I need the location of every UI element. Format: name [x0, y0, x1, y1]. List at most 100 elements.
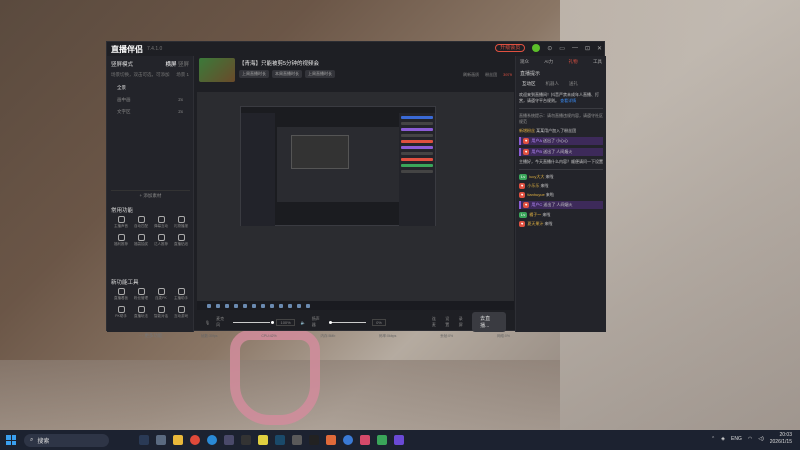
explorer-icon[interactable] [173, 435, 183, 445]
gift-message: ♥ 用户C 送出了 人间烟火 [519, 201, 603, 209]
function-item[interactable]: 福利推荐 [111, 234, 131, 247]
mic-volume-slider[interactable] [233, 320, 275, 324]
tray-app-icon[interactable]: ◈ [721, 436, 725, 442]
function-item[interactable]: 智能对话 [151, 306, 171, 319]
function-item[interactable]: 自动匹配 [131, 216, 151, 229]
scene-list: 全景 画中画 2x 文字区 2x [111, 82, 189, 118]
speaker-volume-value: 0% [372, 318, 386, 326]
browser-icon[interactable] [326, 435, 336, 445]
controller-icon [177, 306, 185, 313]
chat-message: Lv lucy大大 来啦 [519, 174, 554, 180]
mic-icon[interactable]: 🎙 [205, 320, 210, 325]
function-item[interactable]: 主播助手 [171, 288, 191, 301]
scene-item[interactable]: 画中画 2x [111, 94, 189, 106]
tab-audience[interactable]: 观众 [520, 59, 529, 65]
terminal-icon[interactable] [241, 435, 251, 445]
function-item[interactable]: 福袋抽奖 [131, 234, 151, 247]
record-button[interactable]: 录屏 [459, 316, 466, 328]
quality-refresh[interactable]: 刷新画质 [463, 72, 479, 78]
more-functions-button[interactable]: ··· 更多功能 [111, 333, 190, 339]
fan-club[interactable]: 粉丝团 [485, 72, 497, 78]
channel-title[interactable]: 【青海】只能被剪5分钟的视频会 [239, 59, 319, 67]
function-item[interactable]: 连麦PK [151, 288, 171, 301]
live-streaming-app-window: 直播伴侣 7.4.1.0 升级会员 ⊙ ▭ — ⊡ ✕ 竖屏模式 横屏 竖屏 场… [106, 41, 606, 338]
app-icon[interactable] [258, 435, 268, 445]
right-panel: 观众 AI力 礼物 工具 直播提示 互动区 机器人 送礼 欢迎来到直播间！抖音严… [515, 56, 606, 332]
details-link[interactable]: 查看详情 [560, 98, 576, 103]
tab-tools[interactable]: 工具 [593, 59, 602, 65]
scene-item[interactable]: 文字区 2x [111, 106, 189, 118]
tab-send-gift[interactable]: 送礼 [569, 81, 578, 87]
link-mic-button[interactable]: 连麦 [432, 316, 439, 328]
function-item[interactable]: PK助手 [111, 306, 131, 319]
tray-lang[interactable]: ENG [731, 436, 742, 442]
common-functions-grid: 主播声音 自动匹配 弹幕互动 礼物播报 福利推荐 福袋抽奖 达人推荐 直播贴纸 [111, 216, 191, 247]
gift-message: ♥ 用户B 送出了 人间烟火 [519, 148, 603, 156]
music-icon[interactable] [292, 435, 302, 445]
maximize-button[interactable]: ⊡ [585, 45, 590, 52]
background-pink-object [230, 330, 320, 425]
start-button[interactable] [6, 435, 16, 445]
preview-inner-left [241, 113, 275, 226]
channel-thumbnail[interactable] [199, 58, 235, 82]
search-placeholder: 搜索 [37, 438, 50, 445]
tab-interaction[interactable]: 互动区 [522, 81, 536, 87]
pk-icon [157, 288, 165, 295]
volume-icon[interactable]: ◁) [758, 436, 764, 442]
settings-button[interactable]: 设置 [445, 316, 452, 328]
tab-landscape[interactable]: 横屏 [165, 62, 176, 68]
chat-message: ♥ 夏天果汁 来啦 [519, 221, 553, 227]
chrome-icon[interactable] [190, 435, 200, 445]
function-item[interactable]: 主播声音 [111, 216, 131, 229]
steam-icon[interactable] [275, 435, 285, 445]
tab-gifts[interactable]: 礼物 [569, 59, 578, 65]
user-avatar[interactable] [532, 44, 541, 52]
task-view-icon[interactable] [139, 435, 149, 445]
preview-recursive-frame [291, 135, 349, 169]
stream-preview[interactable] [197, 92, 514, 310]
function-item[interactable]: 互动游戏 [171, 306, 191, 319]
wifi-icon[interactable]: ◠ [748, 436, 752, 442]
taskbar-search[interactable]: ⌕ 搜索 [24, 433, 109, 447]
function-item[interactable]: 达人推荐 [151, 234, 171, 247]
upgrade-button[interactable]: 升级会员 [495, 44, 526, 52]
tray-chevron-icon[interactable]: ⌃ [711, 436, 715, 442]
edge-icon[interactable] [207, 435, 217, 445]
chat-app-icon[interactable] [343, 435, 353, 445]
game-icon [137, 306, 145, 313]
douyin-icon[interactable] [360, 435, 370, 445]
chat-message: 新增粉丝 某某用户加入了粉丝团 [519, 128, 577, 133]
settings-icon[interactable]: ⊙ [547, 45, 552, 52]
game-icon[interactable] [394, 435, 404, 445]
function-item[interactable]: 直播玩法 [131, 306, 151, 319]
function-item[interactable]: 礼物播报 [171, 216, 191, 229]
tab-ai[interactable]: AI力 [544, 59, 553, 65]
skin-icon[interactable]: ▭ [559, 45, 565, 52]
go-live-button[interactable]: 去直播... [472, 312, 507, 332]
capcut-icon[interactable] [309, 435, 319, 445]
function-item[interactable]: 粉丝管理 [131, 288, 151, 301]
taskbar-apps [139, 435, 404, 445]
speaker-icon[interactable]: 🔈 [301, 320, 306, 325]
function-item[interactable]: 弹幕互动 [151, 216, 171, 229]
scene-selector[interactable]: 场景 1 [176, 72, 189, 78]
preview-captured-taskbar [197, 301, 514, 310]
function-item[interactable]: 直播贴纸 [171, 234, 191, 247]
search-icon: ⌕ [30, 436, 34, 443]
add-source-button[interactable]: + 添加素材 [111, 190, 190, 199]
widgets-icon[interactable] [156, 435, 166, 445]
speaker-volume-slider[interactable] [328, 320, 367, 324]
store-icon[interactable] [224, 435, 234, 445]
close-button[interactable]: ✕ [597, 45, 602, 52]
mode-dropdown[interactable]: 竖屏模式 [111, 60, 133, 68]
function-item[interactable]: 直播看板 [111, 288, 131, 301]
scene-item[interactable]: 全景 [111, 82, 189, 94]
board-icon [117, 288, 125, 295]
tab-portrait[interactable]: 竖屏 [178, 62, 189, 68]
minimize-button[interactable]: — [572, 45, 578, 51]
section-common-title: 常用功能 [111, 208, 134, 214]
wechat-icon[interactable] [377, 435, 387, 445]
clock[interactable]: 20:03 2026/1/15 [770, 432, 792, 446]
tab-robot[interactable]: 机器人 [546, 81, 560, 87]
tools-grid: 直播看板 粉丝管理 连麦PK 主播助手 PK助手 直播玩法 智能对话 互动游戏 [111, 288, 191, 319]
